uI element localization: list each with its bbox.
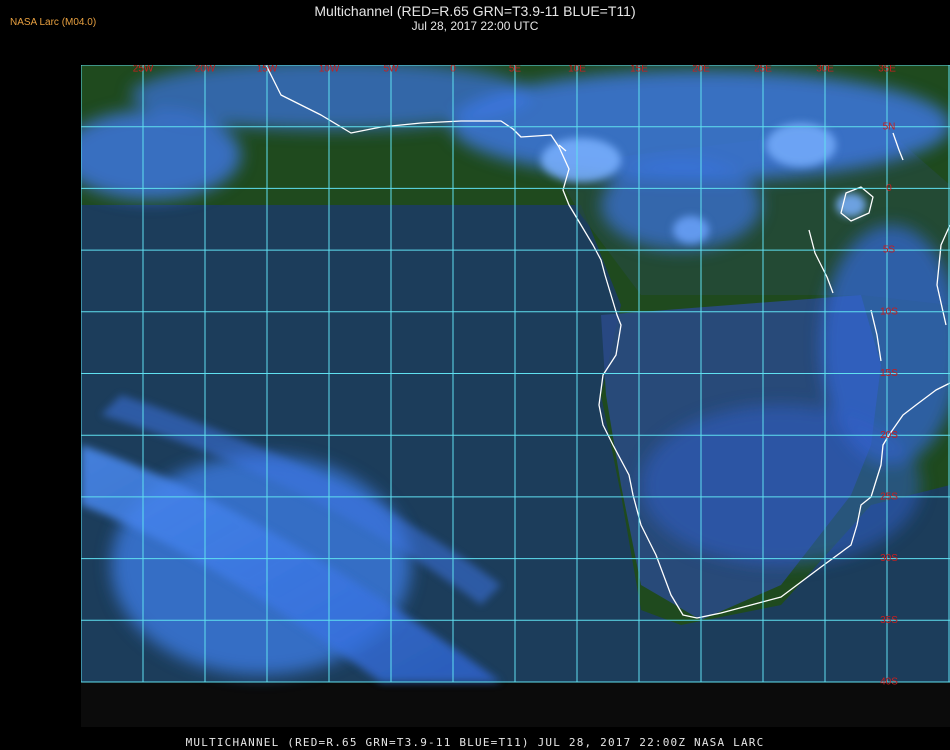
latitude-label: 25S <box>880 492 898 503</box>
longitude-label: 15E <box>630 65 648 75</box>
longitude-label: 35E <box>878 65 896 75</box>
longitude-label: 5E <box>509 65 522 75</box>
longitude-label: 30E <box>816 65 834 75</box>
latitude-label: 30S <box>880 553 898 564</box>
satellite-imagery: 25W 20W 15W 10W 5W 0 5E 10E 15E 20E 25E 30E 35E 5N 0 5S… <box>81 65 950 727</box>
cloud-bright-1 <box>541 138 621 182</box>
latitude-label: 10S <box>880 306 898 317</box>
latitude-label: 20S <box>880 430 898 441</box>
longitude-label: 25W <box>133 65 154 75</box>
longitude-label: 10W <box>319 65 340 75</box>
longitude-label: 15W <box>257 65 278 75</box>
cloud-bright-3 <box>673 216 709 244</box>
image-title: Multichannel (RED=R.65 GRN=T3.9-11 BLUE=… <box>314 3 636 19</box>
latitude-label: 35S <box>880 615 898 626</box>
longitude-label: 5W <box>384 65 400 75</box>
longitude-label: 20W <box>195 65 216 75</box>
longitude-label: 10E <box>568 65 586 75</box>
cloud-southeast <box>641 405 921 565</box>
longitude-label: 0 <box>450 65 456 75</box>
longitude-label: 25E <box>754 65 772 75</box>
latitude-label: 5N <box>883 121 896 132</box>
latitude-label: 40S <box>880 677 898 688</box>
image-timestamp: Jul 28, 2017 22:00 UTC <box>411 19 539 33</box>
footer-caption: MULTICHANNEL (RED=R.65 GRN=T3.9-11 BLUE=… <box>185 736 765 749</box>
latitude-label: 0 <box>886 183 892 194</box>
latitude-label: 5S <box>883 245 896 256</box>
blank-strip <box>81 682 950 727</box>
longitude-label: 20E <box>692 65 710 75</box>
latitude-label: 15S <box>880 368 898 379</box>
satellite-map[interactable]: 25W 20W 15W 10W 5W 0 5E 10E 15E 20E 25E 30E 35E 5N 0 5S… <box>81 65 950 727</box>
